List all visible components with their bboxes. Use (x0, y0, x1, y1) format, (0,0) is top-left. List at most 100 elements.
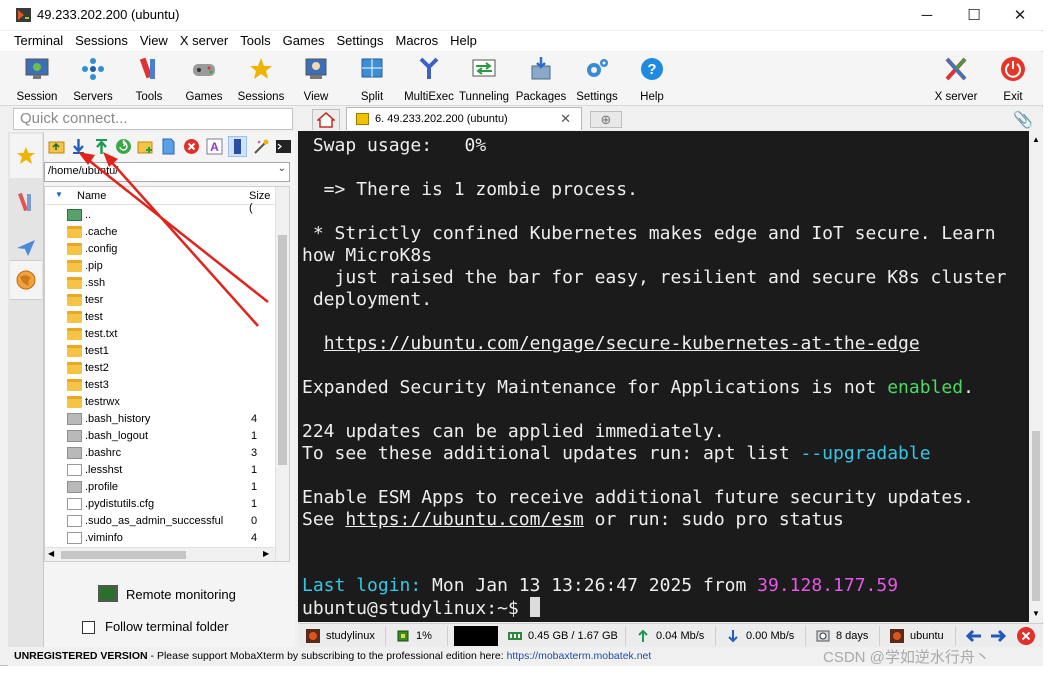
paperclip-icon[interactable]: 📎 (1013, 110, 1033, 130)
file-row[interactable]: .pydistutils.cfg 1 (45, 496, 275, 513)
permissions-icon[interactable] (228, 136, 247, 157)
scrollbar-thumb[interactable] (1032, 431, 1040, 601)
new-tab-button[interactable]: ⊕ (590, 111, 622, 128)
menu-xserver[interactable]: X server (174, 31, 234, 51)
file-row[interactable]: .. (45, 207, 275, 224)
terminal-icon[interactable] (275, 138, 292, 155)
file-row[interactable]: test3 (45, 377, 275, 394)
file-row[interactable]: .lesshst 1 (45, 462, 275, 479)
tunneling-button[interactable]: Tunneling (454, 52, 514, 104)
minimize-button[interactable]: ─ (904, 0, 950, 30)
subscribe-link[interactable]: https://mobaxterm.mobatek.net (507, 650, 652, 662)
follow-terminal-folder-checkbox[interactable]: Follow terminal folder (82, 618, 292, 638)
scroll-right-icon[interactable]: ▶ (263, 549, 269, 558)
menu-terminal[interactable]: Terminal (8, 31, 69, 51)
scroll-down-icon[interactable]: ▼ (1032, 609, 1040, 618)
sidebar-tab-sftp[interactable] (10, 260, 42, 300)
status-cpu: 1% (392, 626, 448, 646)
file-row[interactable]: .bash_logout 1 (45, 428, 275, 445)
file-row[interactable]: .cache (45, 224, 275, 241)
rename-icon[interactable]: A (206, 138, 223, 155)
servers-button[interactable]: Servers (63, 52, 123, 104)
menu-sessions[interactable]: Sessions (69, 31, 134, 51)
status-download: 0.00 Mb/s (722, 626, 806, 646)
folder-icon (67, 260, 82, 272)
tools-icon (139, 57, 155, 79)
menu-macros[interactable]: Macros (389, 31, 444, 51)
terminal-output[interactable]: Swap usage: 0% => There is 1 zombie proc… (298, 131, 1029, 622)
close-button[interactable]: ✕ (997, 0, 1043, 30)
file-row[interactable]: tesr (45, 292, 275, 309)
tab-close-icon[interactable]: ✕ (560, 111, 571, 127)
file-row[interactable]: .pip (45, 258, 275, 275)
file-row[interactable]: .bashrc 3 (45, 445, 275, 462)
games-button[interactable]: Games (174, 52, 234, 104)
terminal-cursor (529, 597, 540, 617)
file-list-vertical-scrollbar[interactable] (275, 187, 289, 561)
chevron-down-icon[interactable]: ⌄ (278, 163, 286, 174)
multiexec-button[interactable]: MultiExec (399, 52, 459, 104)
esm-link[interactable]: https://ubuntu.com/esm (345, 509, 583, 530)
menu-games[interactable]: Games (277, 31, 331, 51)
folder-icon (67, 294, 82, 306)
session-button[interactable]: Session (7, 52, 67, 104)
file-row[interactable]: testrwx (45, 394, 275, 411)
split-button[interactable]: Split (342, 52, 402, 104)
file-row[interactable]: test.txt (45, 326, 275, 343)
file-row[interactable]: test1 (45, 343, 275, 360)
next-tab-icon[interactable] (988, 626, 1008, 646)
file-list-horizontal-scrollbar[interactable]: ◀ ▶ (45, 547, 275, 561)
upload-icon[interactable] (93, 138, 110, 155)
sidebar-tab-tools[interactable] (10, 180, 42, 224)
scrollbar-thumb[interactable] (61, 551, 186, 559)
home-tab[interactable] (312, 109, 340, 130)
menu-help[interactable]: Help (444, 31, 483, 51)
delete-icon[interactable] (183, 138, 200, 155)
scroll-left-icon[interactable]: ◀ (48, 549, 54, 558)
column-name[interactable]: Name (77, 190, 106, 202)
file-row[interactable]: .profile 1 (45, 479, 275, 496)
close-session-icon[interactable] (1016, 626, 1036, 646)
maximize-button[interactable]: ☐ (951, 0, 997, 30)
quick-connect-input[interactable]: Quick connect... (13, 108, 293, 130)
remote-monitoring-button[interactable]: Remote monitoring (98, 584, 278, 606)
exit-button[interactable]: Exit (983, 52, 1043, 104)
parent-folder-icon[interactable] (48, 138, 65, 155)
terminal-prompt-line[interactable]: ubuntu@studylinux:~$ (302, 597, 540, 620)
settings-button[interactable]: Settings (567, 52, 627, 104)
menu-tools[interactable]: Tools (234, 31, 276, 51)
remote-path-input[interactable]: /home/ubuntu/ ⌄ (44, 162, 290, 182)
terminal-line: Last login: Mon Jan 13 13:26:47 2025 fro… (302, 575, 899, 596)
scroll-up-icon[interactable]: ▲ (1032, 135, 1040, 144)
file-row[interactable]: test2 (45, 360, 275, 377)
gear-icon (587, 59, 608, 77)
magic-wand-icon[interactable] (253, 138, 270, 155)
file-row[interactable]: .config (45, 241, 275, 258)
packages-button[interactable]: Packages (511, 52, 571, 104)
view-button[interactable]: View (286, 52, 346, 104)
file-row[interactable]: .ssh (45, 275, 275, 292)
new-file-icon[interactable] (160, 138, 177, 155)
file-row[interactable]: .bash_history 4 (45, 411, 275, 428)
xserver-button[interactable]: X server (926, 52, 986, 104)
file-row[interactable]: .viminfo 4 (45, 530, 275, 547)
refresh-icon[interactable] (115, 138, 132, 155)
menu-view[interactable]: View (134, 31, 174, 51)
unregistered-label: UNREGISTERED VERSION (14, 650, 148, 662)
sessions-button[interactable]: Sessions (231, 52, 291, 104)
file-row[interactable]: test (45, 309, 275, 326)
tools-button[interactable]: Tools (119, 52, 179, 104)
scrollbar-thumb[interactable] (278, 235, 287, 465)
kubernetes-link[interactable]: https://ubuntu.com/engage/secure-kuberne… (324, 333, 920, 354)
sidebar-tab-sessions[interactable] (10, 134, 42, 178)
terminal-scrollbar[interactable]: ▲ ▼ (1029, 131, 1043, 622)
checkbox-box[interactable] (82, 621, 95, 634)
previous-tab-icon[interactable] (964, 626, 984, 646)
file-row[interactable]: .sudo_as_admin_successful 0 (45, 513, 275, 530)
shell-prompt: ubuntu@studylinux:~$ (302, 598, 530, 619)
download-icon[interactable] (70, 138, 87, 155)
tab-ubuntu-session[interactable]: 6. 49.233.202.200 (ubuntu) ✕ (346, 107, 582, 130)
menu-settings[interactable]: Settings (331, 31, 390, 51)
new-folder-icon[interactable] (137, 138, 154, 155)
help-button[interactable]: ? Help (622, 52, 682, 104)
